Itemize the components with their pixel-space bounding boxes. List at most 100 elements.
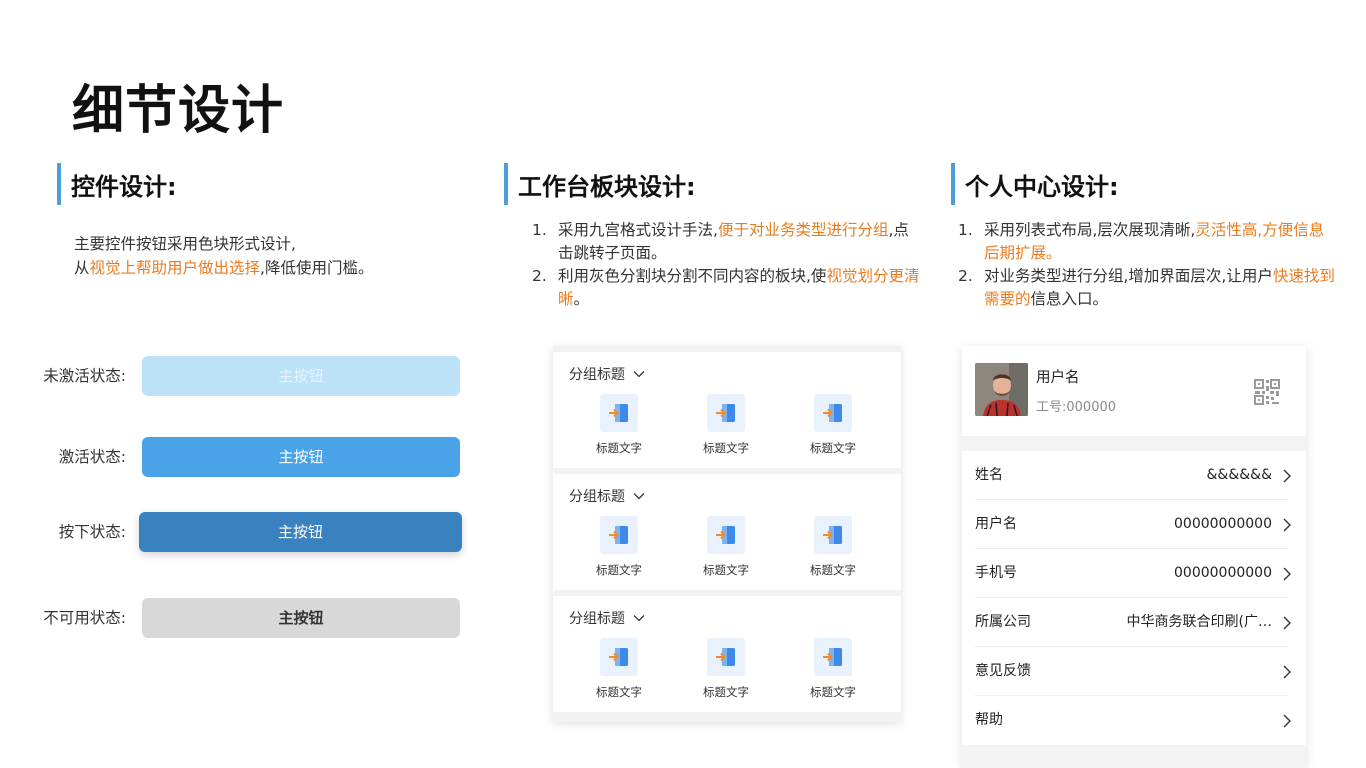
- desc-line: 从视觉上帮助用户做出选择,降低使用门槛。: [74, 256, 373, 280]
- row-label: 姓名: [975, 467, 1003, 483]
- list-item: 2. 对业务类型进行分组,增加界面层次,让用户快速找到需要的信息入口。: [958, 265, 1338, 311]
- profile-list: 姓名 &&&&&& 用户名 00000000000 手机号 00000000000 所…: [962, 451, 1306, 745]
- grid-item-label: 标题文字: [810, 563, 856, 577]
- login-icon: [707, 638, 745, 676]
- grid-item[interactable]: 标题文字: [788, 394, 878, 456]
- grid-item-label: 标题文字: [703, 685, 749, 699]
- primary-button-pressed[interactable]: 主按钮: [139, 512, 462, 552]
- group-title: 分组标题: [569, 489, 625, 505]
- chevron-down-icon: [633, 493, 645, 500]
- grid-item[interactable]: 标题文字: [788, 638, 878, 700]
- chevron-down-icon: [633, 615, 645, 622]
- grid-item[interactable]: 标题文字: [788, 516, 878, 578]
- login-icon: [707, 394, 745, 432]
- desc-highlight: 视觉上帮助用户做出选择: [89, 259, 261, 277]
- list-text: 采用九宫格式设计手法,便于对业务类型进行分组,点击跳转子页面。: [558, 219, 922, 265]
- employee-id: 工号:000000: [1036, 400, 1117, 415]
- chevron-right-icon: [1283, 616, 1291, 630]
- controls-description: 主要控件按钮采用色块形式设计, 从视觉上帮助用户做出选择,降低使用门槛。: [74, 232, 373, 280]
- section-accent-bar: [504, 163, 508, 205]
- desc-text: 。: [573, 290, 590, 308]
- list-row-username[interactable]: 用户名 00000000000: [962, 500, 1306, 549]
- section-heading-controls: 控件设计:: [57, 163, 177, 205]
- user-card[interactable]: 用户名 工号:000000: [962, 346, 1306, 436]
- list-item: 1. 采用列表式布局,层次展现清晰,灵活性高,方便信息后期扩展。: [958, 219, 1338, 265]
- grid-item-label: 标题文字: [703, 441, 749, 455]
- list-number: 2.: [532, 267, 547, 285]
- grid-item-label: 标题文字: [596, 441, 642, 455]
- desc-highlight: 便于对业务类型进行分组: [717, 221, 889, 239]
- grid-item[interactable]: 标题文字: [681, 394, 771, 456]
- state-row-disabled: 不可用状态: 主按钮: [0, 598, 470, 638]
- list-row-feedback[interactable]: 意见反馈: [962, 647, 1306, 696]
- desc-line: 主要控件按钮采用色块形式设计,: [74, 235, 296, 253]
- row-label: 意见反馈: [975, 663, 1031, 679]
- login-icon: [600, 638, 638, 676]
- grid-item[interactable]: 标题文字: [681, 638, 771, 700]
- section-heading-workspace: 工作台板块设计:: [504, 163, 696, 205]
- grid-item-label: 标题文字: [596, 563, 642, 577]
- group-header[interactable]: 分组标题: [569, 364, 645, 384]
- chevron-down-icon: [633, 371, 645, 378]
- grid-item-label: 标题文字: [703, 563, 749, 577]
- list-row-phone[interactable]: 手机号 00000000000: [962, 549, 1306, 598]
- state-row-active: 激活状态: 主按钮: [0, 437, 470, 477]
- row-value: 00000000000: [1174, 565, 1272, 581]
- login-icon: [707, 516, 745, 554]
- list-item: 1. 采用九宫格式设计手法,便于对业务类型进行分组,点击跳转子页面。: [532, 219, 922, 265]
- login-icon: [600, 516, 638, 554]
- list-text: 利用灰色分割块分割不同内容的板块,使视觉划分更清晰。: [558, 265, 922, 311]
- grid-item-label: 标题文字: [810, 685, 856, 699]
- list-text: 采用列表式布局,层次展现清晰,灵活性高,方便信息后期扩展。: [984, 219, 1338, 265]
- grid-item[interactable]: 标题文字: [574, 516, 664, 578]
- list-number: 1.: [532, 221, 547, 239]
- section-title: 控件设计:: [71, 172, 177, 201]
- grid-item[interactable]: 标题文字: [574, 638, 664, 700]
- list-item: 2. 利用灰色分割块分割不同内容的板块,使视觉划分更清晰。: [532, 265, 922, 311]
- state-row-pressed: 按下状态: 主按钮: [0, 512, 470, 552]
- desc-text: 采用列表式布局,层次展现清晰,: [984, 221, 1196, 239]
- row-label: 用户名: [975, 516, 1017, 532]
- state-row-inactive: 未激活状态: 主按钮: [0, 356, 470, 396]
- chevron-right-icon: [1283, 469, 1291, 483]
- login-icon: [814, 516, 852, 554]
- grid-item-label: 标题文字: [810, 441, 856, 455]
- group-header[interactable]: 分组标题: [569, 486, 645, 506]
- state-label: 未激活状态:: [43, 367, 126, 385]
- list-row-name[interactable]: 姓名 &&&&&&: [962, 451, 1306, 500]
- section-heading-profile: 个人中心设计:: [951, 163, 1119, 205]
- qr-code-icon[interactable]: [1253, 378, 1281, 406]
- workspace-mockup: 分组标题 标题文字 标题文字 标题文字 分组标题 标题文字 标题文字 标题文字 …: [553, 346, 901, 722]
- grid-item[interactable]: 标题文字: [681, 516, 771, 578]
- login-icon: [814, 638, 852, 676]
- desc-text: ,降低使用门槛。: [260, 259, 374, 277]
- row-value: 中华商务联合印刷(广…: [1126, 614, 1272, 630]
- row-label: 所属公司: [975, 614, 1031, 630]
- list-row-help[interactable]: 帮助: [962, 696, 1306, 745]
- section-accent-bar: [57, 163, 61, 205]
- group-title: 分组标题: [569, 367, 625, 383]
- workspace-group: 分组标题 标题文字 标题文字 标题文字: [553, 474, 901, 590]
- desc-text: 采用九宫格式设计手法,: [558, 221, 718, 239]
- chevron-right-icon: [1283, 665, 1291, 679]
- list-row-company[interactable]: 所属公司 中华商务联合印刷(广…: [962, 598, 1306, 647]
- profile-mockup: 用户名 工号:000000 姓名 &&&&&& 用户名 00000000000 手机…: [962, 346, 1306, 768]
- row-value: 00000000000: [1174, 516, 1272, 532]
- workspace-group: 分组标题 标题文字 标题文字 标题文字: [553, 352, 901, 468]
- primary-button-disabled: 主按钮: [142, 598, 460, 638]
- state-label: 激活状态:: [58, 448, 126, 466]
- desc-text: 对业务类型进行分组,增加界面层次,让用户: [984, 267, 1273, 285]
- list-text: 对业务类型进行分组,增加界面层次,让用户快速找到需要的信息入口。: [984, 265, 1338, 311]
- state-label: 按下状态:: [58, 523, 126, 541]
- grid-item[interactable]: 标题文字: [574, 394, 664, 456]
- chevron-right-icon: [1283, 714, 1291, 728]
- avatar: [975, 363, 1028, 416]
- list-number: 1.: [958, 221, 973, 239]
- group-header[interactable]: 分组标题: [569, 608, 645, 628]
- section-accent-bar: [951, 163, 955, 205]
- primary-button-inactive[interactable]: 主按钮: [142, 356, 460, 396]
- page-title: 细节设计: [72, 81, 285, 141]
- primary-button-active[interactable]: 主按钮: [142, 437, 460, 477]
- row-label: 手机号: [975, 565, 1017, 581]
- state-label: 不可用状态:: [43, 609, 126, 627]
